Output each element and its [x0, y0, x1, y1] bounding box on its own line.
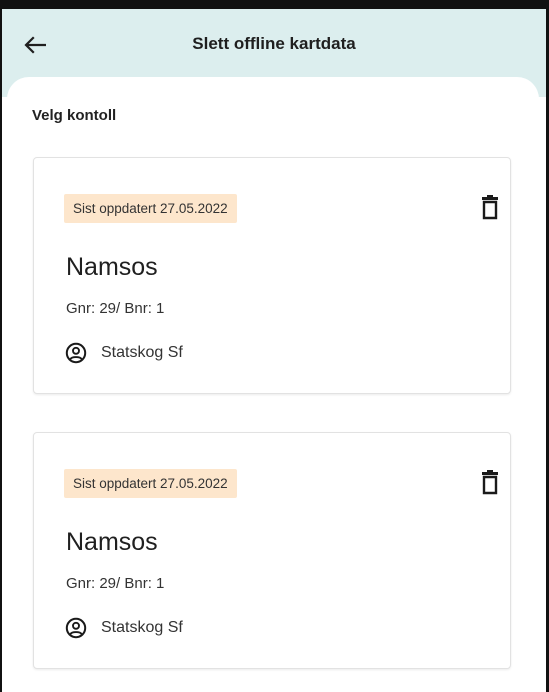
trash-icon	[482, 470, 498, 495]
trash-icon	[482, 195, 498, 220]
property-number: Gnr: 29/ Bnr: 1	[66, 575, 165, 592]
delete-button[interactable]	[479, 470, 501, 496]
property-number: Gnr: 29/ Bnr: 1	[66, 300, 165, 317]
owner-row: Statskog Sf	[65, 617, 183, 639]
last-updated-badge: Sist oppdatert 27.05.2022	[64, 194, 237, 223]
last-updated-badge: Sist oppdatert 27.05.2022	[64, 469, 237, 498]
page-title: Slett offline kartdata	[192, 34, 356, 53]
account-circle-icon	[65, 342, 87, 364]
section-label: Velg kontoll	[32, 107, 117, 124]
delete-button[interactable]	[479, 195, 501, 221]
owner-row: Statskog Sf	[65, 342, 183, 364]
place-name: Namsos	[66, 528, 158, 556]
owner-name: Statskog Sf	[101, 619, 183, 636]
top-bezel	[0, 0, 549, 9]
place-name: Namsos	[66, 253, 158, 281]
content-sheet: Velg kontoll Sist oppdatert 27.05.2022 N…	[7, 77, 539, 692]
account-circle-icon	[65, 617, 87, 639]
map-data-card[interactable]: Sist oppdatert 27.05.2022 Namsos Gnr: 29…	[33, 432, 511, 669]
map-data-card[interactable]: Sist oppdatert 27.05.2022 Namsos Gnr: 29…	[33, 157, 511, 394]
owner-name: Statskog Sf	[101, 344, 183, 361]
